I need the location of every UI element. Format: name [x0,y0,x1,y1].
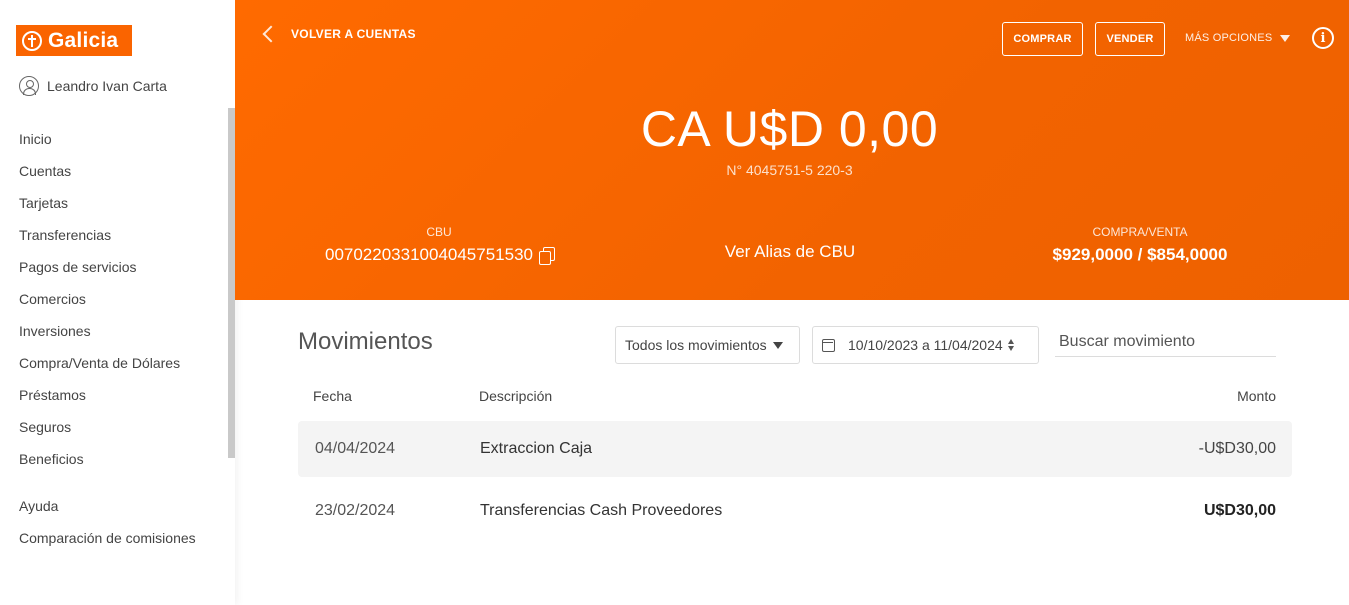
sidebar-item-inicio[interactable]: Inicio [19,126,180,158]
sidebar-item-prestamos[interactable]: Préstamos [19,382,180,414]
column-header-description: Descripción [479,388,553,404]
sidebar-item-transferencias[interactable]: Transferencias [19,222,180,254]
caret-down-icon [772,341,783,349]
chevron-left-icon [262,25,280,43]
movements-title: Movimientos [298,328,433,355]
row-description: Extraccion Caja [480,440,593,457]
user-icon [19,76,39,96]
cbu-value-row: 0070220331004045751530 [319,245,559,265]
sell-button[interactable]: VENDER [1095,22,1165,56]
cbu-block: CBU 0070220331004045751530 [319,225,559,265]
cbu-label: CBU [426,225,452,239]
exchange-rate-block: COMPRA/VENTA $929,0000 / $854,0000 [1025,225,1255,265]
galicia-logo-icon [22,30,42,51]
movement-type-select[interactable]: Todos los movimientos [615,326,800,364]
view-alias-link[interactable]: Ver Alias de CBU [725,242,855,261]
sidebar: Galicia Leandro Ivan Carta Inicio Cuenta… [0,0,235,605]
cbu-value: 0070220331004045751530 [324,245,533,264]
sidebar-item-cuentas[interactable]: Cuentas [19,158,180,190]
row-date: 23/02/2024 [315,502,396,519]
alias-block: Ver Alias de CBU [675,242,905,262]
user-name: Leandro Ivan Carta [47,78,167,94]
account-balance: CA U$D 0,00 [640,101,939,157]
sidebar-item-ayuda[interactable]: Ayuda [19,493,196,525]
row-description: Transferencias Cash Proveedores [480,502,723,519]
row-amount: U$D30,00 [1203,502,1276,519]
buy-button[interactable]: COMPRAR [1002,22,1083,56]
exchange-rate-label: COMPRA/VENTA [1092,225,1188,239]
sidebar-item-beneficios[interactable]: Beneficios [19,446,180,478]
sidebar-item-tarjetas[interactable]: Tarjetas [19,190,180,222]
more-options-label: MÁS OPCIONES [1185,32,1273,44]
sidebar-item-pagos-de-servicios[interactable]: Pagos de servicios [19,254,180,286]
account-header: VOLVER A CUENTAS COMPRAR VENDER MÁS OPCI… [235,0,1349,300]
sidebar-item-compra-venta-dolares[interactable]: Compra/Venta de Dólares [19,350,180,382]
sidebar-item-comparacion-comisiones[interactable]: Comparación de comisiones [19,525,196,557]
sidebar-nav: Inicio Cuentas Tarjetas Transferencias P… [19,126,180,478]
row-amount: -U$D30,00 [1198,440,1276,457]
movement-type-value: Todos los movimientos [625,337,767,353]
caret-down-icon [1280,34,1291,42]
sidebar-secondary-nav: Ayuda Comparación de comisiones [19,493,196,557]
back-label: VOLVER A CUENTAS [291,27,416,41]
search-movement-input[interactable] [1055,327,1276,357]
sidebar-scrollbar[interactable] [228,108,235,458]
calendar-icon [822,338,835,352]
user-profile[interactable]: Leandro Ivan Carta [19,76,167,96]
table-row[interactable]: 04/04/2024 Extraccion Caja -U$D30,00 [298,421,1292,477]
more-options-dropdown[interactable]: MÁS OPCIONES [1185,32,1291,44]
column-header-date: Fecha [313,388,352,404]
galicia-logo[interactable]: Galicia [16,25,132,56]
sidebar-item-seguros[interactable]: Seguros [19,414,180,446]
info-icon[interactable]: i [1312,27,1334,49]
date-range-value: 10/10/2023 a 11/04/2024 [848,337,1003,353]
sidebar-item-comercios[interactable]: Comercios [19,286,180,318]
exchange-rate-value: $929,0000 / $854,0000 [1052,245,1228,264]
sidebar-item-inversiones[interactable]: Inversiones [19,318,180,350]
date-range-picker[interactable]: 10/10/2023 a 11/04/2024 [812,326,1039,364]
logo-text: Galicia [48,28,119,52]
row-date: 04/04/2024 [315,440,396,457]
account-number: N° 4045751-5 220-3 [726,162,853,178]
sort-arrows-icon [1007,339,1014,351]
copy-icon[interactable] [539,247,555,265]
column-header-amount: Monto [1237,388,1276,404]
back-to-accounts-link[interactable]: VOLVER A CUENTAS [261,25,416,43]
table-row[interactable]: 23/02/2024 Transferencias Cash Proveedor… [298,483,1292,539]
